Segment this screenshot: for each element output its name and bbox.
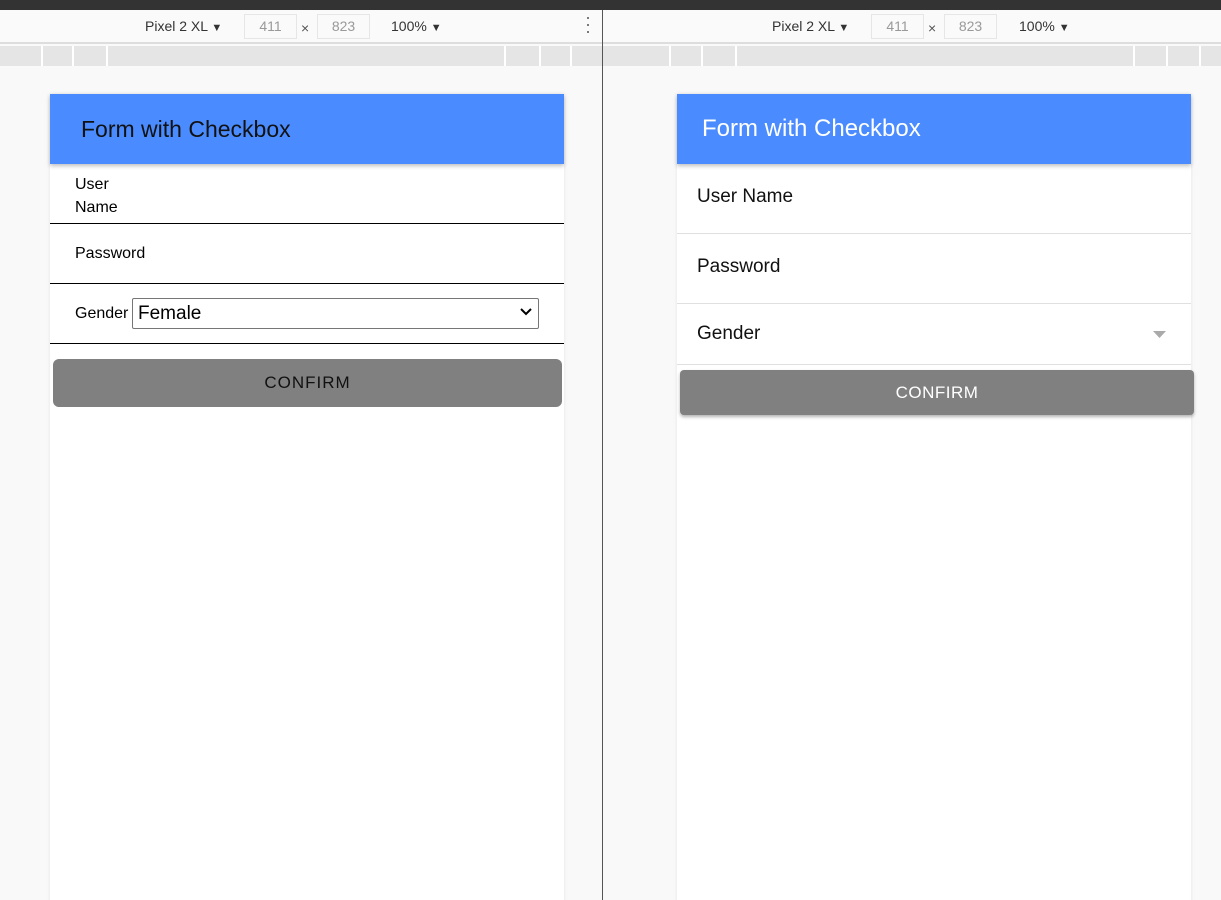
dropdown-triangle-icon	[1153, 331, 1166, 338]
width-input[interactable]: 411	[871, 14, 924, 39]
form-title: Form with Checkbox	[81, 116, 291, 142]
gender-field: Gender Female	[50, 284, 564, 344]
username-field[interactable]: User Name	[50, 164, 564, 224]
dropdown-arrow-icon: ▼	[1058, 22, 1070, 34]
zoom-label: 100%	[391, 18, 427, 34]
dropdown-arrow-icon: ▼	[838, 22, 850, 34]
password-label: Password	[75, 245, 146, 262]
form-card: Form with Checkbox User Name Password Ge…	[677, 94, 1194, 900]
media-query-ruler[interactable]	[0, 46, 602, 66]
device-label: Pixel 2 XL	[145, 18, 208, 34]
form-title: Form with Checkbox	[702, 115, 921, 142]
password-label: Password	[697, 256, 781, 277]
device-toolbar: Pixel 2 XL ▼ 411 × 823 100% ▼	[603, 10, 1221, 44]
zoom-label: 100%	[1019, 18, 1055, 34]
right-device-pane: Pixel 2 XL ▼ 411 × 823 100% ▼ Form with …	[603, 10, 1221, 900]
more-options-icon[interactable]: · · ·	[585, 10, 591, 40]
device-select[interactable]: Pixel 2 XL ▼	[772, 18, 849, 34]
form-header: Form with Checkbox	[50, 94, 564, 164]
dropdown-arrow-icon: ▼	[211, 22, 223, 34]
gender-label: Gender	[697, 323, 761, 344]
confirm-button[interactable]: CONFIRM	[53, 359, 562, 407]
confirm-button[interactable]: CONFIRM	[680, 370, 1194, 415]
device-toolbar: Pixel 2 XL ▼ 411 × 823 100% ▼ · · ·	[0, 10, 602, 44]
zoom-select[interactable]: 100% ▼	[391, 18, 442, 34]
username-label: User Name	[697, 186, 794, 207]
username-label: User Name	[75, 176, 118, 216]
left-device-pane: Pixel 2 XL ▼ 411 × 823 100% ▼ · · · Form w…	[0, 10, 602, 900]
chevron-down-icon	[520, 308, 532, 316]
gender-selected-value: Female	[138, 303, 202, 324]
username-field[interactable]: User Name	[677, 164, 1191, 234]
zoom-select[interactable]: 100% ▼	[1019, 18, 1070, 34]
media-query-ruler[interactable]	[603, 46, 1221, 66]
device-label: Pixel 2 XL	[772, 18, 835, 34]
width-input[interactable]: 411	[244, 14, 297, 39]
password-field[interactable]: Password	[50, 224, 564, 284]
height-input[interactable]: 823	[317, 14, 370, 39]
times-label: ×	[928, 20, 937, 36]
times-label: ×	[301, 20, 310, 36]
gender-select[interactable]: Female	[132, 298, 539, 329]
password-field[interactable]: Password	[677, 234, 1191, 304]
form-header: Form with Checkbox	[677, 94, 1191, 164]
device-select[interactable]: Pixel 2 XL ▼	[145, 18, 222, 34]
window-top-bar	[0, 0, 1221, 10]
gender-label: Gender	[75, 305, 129, 322]
dropdown-arrow-icon: ▼	[430, 22, 442, 34]
height-input[interactable]: 823	[944, 14, 997, 39]
form-card: Form with Checkbox User Name Password Gen…	[50, 94, 564, 900]
gender-select[interactable]: Gender	[677, 304, 1191, 365]
